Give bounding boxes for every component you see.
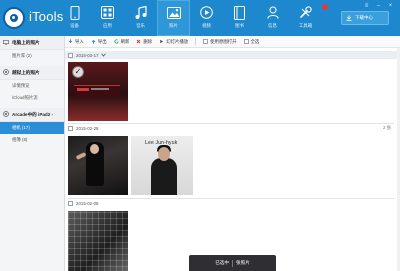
refresh-button[interactable]: 刷新 [114,38,130,45]
sidebar-item-preview[interactable]: 详情预览 [0,80,64,92]
sidebar-group-label: Arcade中的 iPad2 - [12,111,54,117]
open-original-label: 使用原图打开 [210,38,237,44]
nav-label-device: 设备 [70,23,79,28]
itools-logo [3,7,25,29]
import-button[interactable]: 导入 [68,39,84,45]
device-icon [70,5,80,20]
section-date: 2015-02-28 [76,125,99,131]
sidebar: 电脑上的照片 图片库 (2) 越狱上的照片 详情预览 iCloud照片流 Arc… [0,36,65,271]
sidebar-group-label: 越狱上的照片 [12,69,40,75]
device-circle-icon [3,69,9,76]
sidebar-group-label: 电脑上的照片 [12,39,40,45]
nav-music[interactable]: 音乐 [124,0,157,36]
computer-icon [3,39,9,46]
nav-label-books: 图书 [235,23,244,28]
checkmark-icon[interactable]: ✓ [72,66,84,78]
chevron-down-icon[interactable] [101,53,107,58]
sidebar-item-icloud[interactable]: iCloud照片流 [0,92,64,104]
nav-apps[interactable]: 应用 [91,0,124,36]
section-header[interactable]: 2015-02-28 2 张 [65,124,397,132]
section-checkbox[interactable] [68,52,73,58]
section-date: 2015-03-17 [76,52,99,58]
nav-toolbox[interactable]: 工具箱 [289,0,322,36]
photo-thumbnail[interactable] [68,211,128,271]
nav-books[interactable]: 图书 [223,0,256,36]
open-original-option[interactable]: 使用原图打开 [203,38,237,45]
section-count: 2 张 [382,125,391,130]
sidebar-item-camera[interactable]: 相机 (17) [0,122,64,134]
export-button[interactable]: 导出 [91,39,107,45]
books-icon [234,5,245,20]
nav-label-apps: 应用 [103,23,112,28]
photo-grid: 2015-03-17 ✓ 2015-02-28 2 张 Lee Jun-hyuk… [65,48,400,271]
toolbar-divider [195,38,197,45]
menu-button[interactable]: ≡ [362,3,371,10]
sidebar-item-library[interactable]: 图片库 (2) [0,50,64,62]
open-original-checkbox[interactable] [203,39,209,44]
top-bar: iTools 设备 应用 音乐 照片 视频 图书 信息 工具箱 ≡ – × 下载… [0,0,400,36]
download-icon [346,15,352,22]
nav-label-photos: 照片 [169,23,178,28]
apps-icon [101,5,114,20]
import-label: 导入 [75,38,84,44]
contacts-icon [266,5,279,20]
photos-icon [166,5,181,20]
section-header[interactable]: 2015-02-08 [65,199,397,207]
minimize-button[interactable]: – [374,3,383,10]
status-selected-label: 已选中 [215,260,229,265]
status-count-label: 张照片 [236,260,250,265]
section-checkbox[interactable] [68,125,73,131]
delete-button[interactable]: 删除 [136,39,152,45]
main-nav: 设备 应用 音乐 照片 视频 图书 信息 工具箱 [58,0,322,36]
photo-thumbnail[interactable]: ✓ [68,62,128,121]
section-date: 2015-02-08 [76,200,99,206]
ipad-icon [3,111,9,118]
export-label: 导出 [97,38,107,44]
delete-label: 删除 [143,38,153,44]
status-divider [232,259,233,267]
sidebar-group-ipad[interactable]: Arcade中的 iPad2 - [0,108,64,122]
select-all-label: 全选 [250,38,260,44]
sidebar-group-computer[interactable]: 电脑上的照片 [0,36,64,50]
photo-thumbnail[interactable]: Lee Jun-hyuk [131,136,193,195]
sidebar-group-jailbreak[interactable]: 越狱上的照片 [0,66,64,80]
nav-label-music: 音乐 [136,23,145,28]
section-header[interactable]: 2015-03-17 [65,51,397,59]
nav-contacts[interactable]: 信息 [256,0,289,36]
photo-toolbar: 导入 导出 刷新 删除 幻灯片播放 使用原图打开 全选 [65,36,400,48]
nav-label-video: 视频 [202,23,211,28]
video-icon [200,5,213,20]
music-icon [135,5,147,20]
sidebar-item-albums[interactable]: 相簿 (8) [0,134,64,146]
photo-thumbnail[interactable] [68,136,128,195]
import-icon [68,38,73,45]
export-icon [91,39,96,45]
nav-device[interactable]: 设备 [58,0,91,36]
nav-video[interactable]: 视频 [190,0,223,36]
delete-icon [136,39,141,45]
close-button[interactable]: × [386,3,395,10]
download-center-button[interactable]: 下载中心 [341,11,389,25]
selection-status-bar: 已选中 张照片 [189,255,276,271]
notification-dot[interactable] [322,4,328,10]
select-all-checkbox[interactable] [243,39,249,44]
download-center-label: 下载中心 [355,15,373,20]
nav-label-toolbox: 工具箱 [298,23,313,28]
refresh-icon [114,38,119,45]
refresh-label: 刷新 [120,38,130,44]
section-checkbox[interactable] [68,200,73,206]
slideshow-button[interactable]: 幻灯片播放 [159,39,188,45]
nav-label-contacts: 信息 [268,23,277,28]
window-controls: ≡ – × [362,3,395,10]
slideshow-label: 幻灯片播放 [166,38,189,44]
toolbox-icon [299,5,312,20]
select-all-option[interactable]: 全选 [243,38,260,45]
nav-photos[interactable]: 照片 [157,0,190,36]
play-icon [159,39,164,45]
